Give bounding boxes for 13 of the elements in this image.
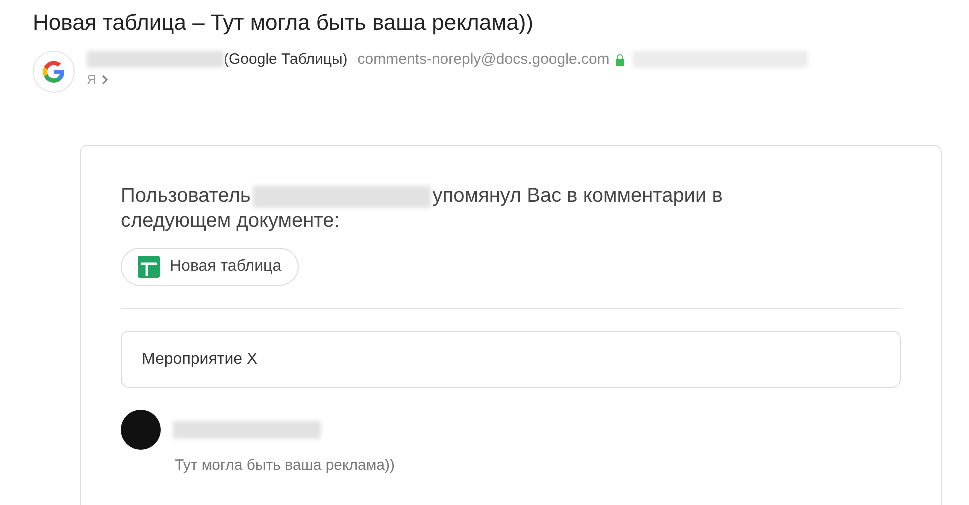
- letter-g-icon: [42, 60, 66, 84]
- comment-text: Тут могла быть ваша реклама)): [175, 457, 395, 474]
- spreadsheet-icon: [138, 256, 160, 278]
- email-subject: Новая таблица – Тут могла быть ваша реклама)): [33, 9, 535, 37]
- mention-text: Пользователь упомянул Вас в комментарии в следующем документе:: [121, 184, 724, 234]
- sender-name: (Google Таблицы): [224, 51, 348, 68]
- lock-icon: [614, 54, 625, 66]
- commenter-avatar: [121, 410, 161, 450]
- quoted-cell: Мероприятие X: [121, 331, 901, 388]
- recipient: Я: [87, 72, 96, 87]
- document-chip[interactable]: Новая таблица: [121, 248, 299, 286]
- chevron-right-icon[interactable]: [102, 74, 110, 84]
- sender-email: comments-noreply@docs.google.com: [358, 51, 610, 68]
